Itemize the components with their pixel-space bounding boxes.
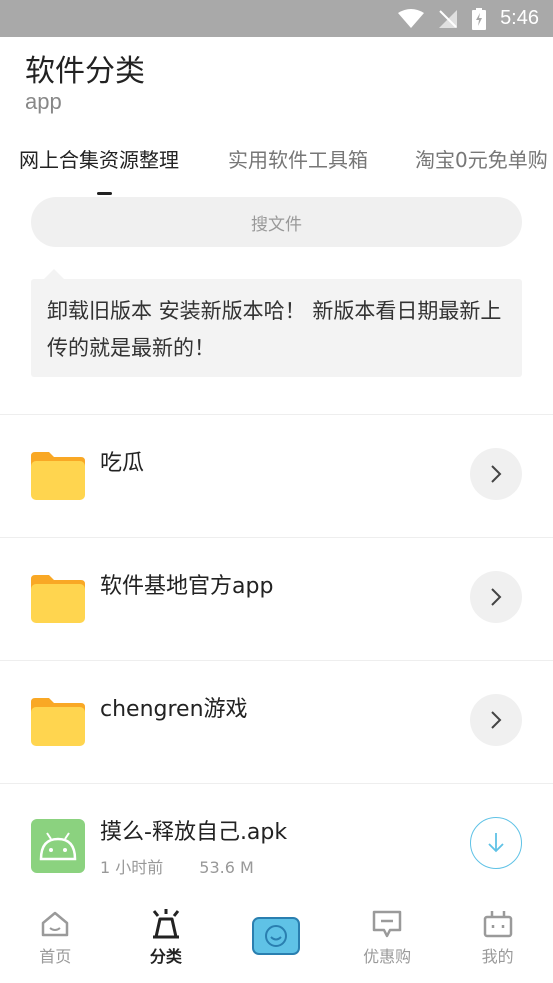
download-button[interactable]	[470, 817, 522, 869]
bottom-nav: 首页 分类 优惠购 我的	[0, 893, 553, 983]
file-name: 吃瓜	[100, 451, 145, 476]
page-title: 软件分类	[25, 54, 145, 89]
file-name: 软件基地官方app	[100, 574, 274, 599]
folder-icon	[31, 698, 85, 746]
list-item[interactable]: 软件基地官方app	[0, 537, 553, 660]
tab-tools[interactable]: 实用软件工具箱	[228, 144, 368, 173]
nav-profile[interactable]: 我的	[442, 893, 553, 983]
nav-label: 首页	[39, 947, 72, 966]
tab-resource-collection[interactable]: 网上合集资源整理	[19, 144, 179, 173]
list-item[interactable]: chengren游戏	[0, 660, 553, 783]
status-time: 5:46	[500, 7, 539, 29]
list-item[interactable]: 吃瓜	[0, 414, 553, 537]
notice-pointer	[44, 269, 64, 279]
search-placeholder: 搜文件	[251, 214, 302, 235]
file-meta: 1 小时前 53.6 M	[100, 854, 254, 878]
no-signal-icon	[439, 9, 458, 28]
chevron-right-icon	[491, 588, 502, 606]
robot-profile-icon	[483, 911, 512, 938]
nav-coupon[interactable]: 优惠购	[332, 893, 443, 983]
category-tabs: 网上合集资源整理 实用软件工具箱 淘宝0元免单购	[0, 140, 553, 190]
folder-icon	[31, 575, 85, 623]
download-arrow-icon	[488, 833, 504, 853]
open-folder-button[interactable]	[470, 694, 522, 746]
list-item[interactable]: 摸么-释放自己.apk 1 小时前 53.6 M	[0, 783, 553, 906]
open-folder-button[interactable]	[470, 571, 522, 623]
nav-category[interactable]: 分类	[111, 893, 222, 983]
notice-message: 卸载旧版本 安装新版本哈！ 新版本看日期最新上传的就是最新的！	[31, 279, 522, 377]
file-name: chengren游戏	[100, 697, 248, 722]
file-name: 摸么-释放自己.apk	[100, 820, 288, 845]
chat-bubble-icon	[252, 917, 301, 955]
file-list: 吃瓜 软件基地官方app chengren游戏 摸么-释放自己.apk 1 小时…	[0, 414, 553, 906]
file-time: 1 小时前	[100, 858, 164, 877]
nav-label: 我的	[481, 947, 514, 966]
nav-home[interactable]: 首页	[0, 893, 111, 983]
search-input[interactable]: 搜文件	[31, 197, 522, 247]
folder-icon	[31, 452, 85, 500]
tab-taobao[interactable]: 淘宝0元免单购	[415, 144, 548, 173]
chevron-right-icon	[491, 465, 502, 483]
wifi-icon	[398, 8, 425, 28]
file-size: 53.6 M	[199, 858, 254, 877]
tab-indicator	[97, 192, 112, 195]
page-subtitle: app	[25, 89, 62, 114]
nav-chat[interactable]	[221, 893, 332, 983]
battery-charging-icon	[472, 7, 487, 30]
category-icon	[152, 909, 180, 939]
home-icon	[42, 911, 69, 937]
android-app-icon	[31, 819, 85, 873]
nav-label: 优惠购	[363, 947, 412, 966]
open-folder-button[interactable]	[470, 448, 522, 500]
coupon-icon	[372, 910, 402, 938]
status-bar: 5:46	[0, 0, 553, 37]
nav-label: 分类	[149, 947, 182, 966]
chevron-right-icon	[491, 711, 502, 729]
